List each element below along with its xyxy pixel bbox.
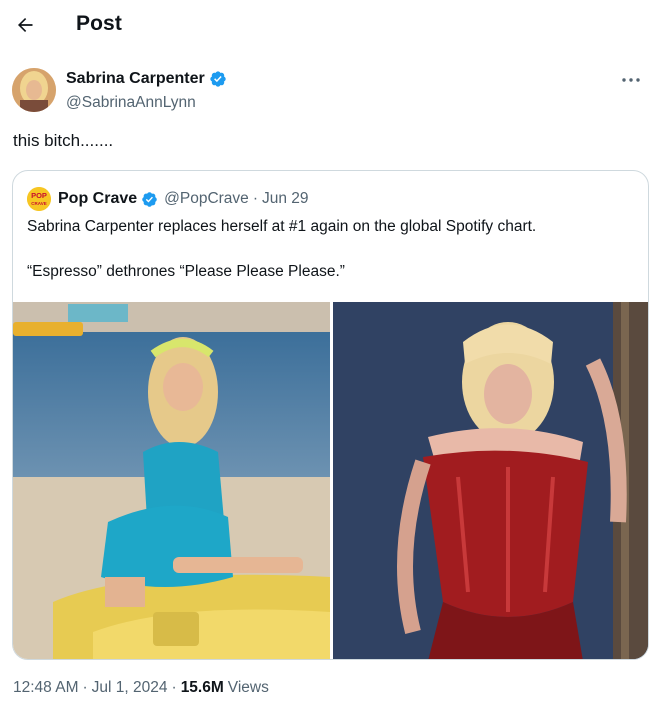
views-count[interactable]: 15.6M	[181, 679, 224, 697]
footer-separator: ·	[171, 679, 177, 696]
tweet-footer: 12:48 AM · Jul 1, 2024 · 15.6M Views	[13, 679, 269, 697]
photo-beach[interactable]	[13, 302, 330, 659]
quoted-text-line-1: Sabrina Carpenter replaces herself at #1…	[27, 218, 537, 235]
author-row: Sabrina Carpenter @SabrinaAnnLynn	[12, 66, 647, 116]
pop-crave-logo[interactable]: POP CRAVE	[27, 187, 51, 211]
quoted-text-line-2: “Espresso” dethrones “Please Please Plea…	[27, 263, 345, 280]
author-handle[interactable]: @SabrinaAnnLynn	[66, 94, 196, 112]
author-name-text: Sabrina Carpenter	[66, 70, 205, 87]
footer-separator: ·	[82, 679, 88, 696]
post-time[interactable]: 12:48 AM	[13, 679, 79, 697]
verified-badge-icon	[210, 71, 226, 87]
quoted-handle: @PopCrave	[164, 190, 249, 207]
more-button[interactable]	[619, 70, 643, 90]
back-button[interactable]	[10, 10, 40, 40]
author-name[interactable]: Sabrina Carpenter	[66, 70, 227, 88]
quoted-date[interactable]: Jun 29	[262, 190, 309, 208]
tweet-text: this bitch.......	[13, 131, 114, 150]
verified-badge-icon	[142, 191, 157, 207]
logo-text-pop: POP	[31, 191, 47, 200]
avatar[interactable]	[12, 68, 56, 112]
header-bar: Post	[0, 0, 659, 52]
views-label: Views	[227, 679, 269, 696]
post-date[interactable]: Jul 1, 2024	[92, 679, 168, 697]
quoted-tweet[interactable]: POP CRAVE Pop Crave @PopCrave · Jun 29 S…	[12, 170, 649, 660]
quoted-separator: ·	[252, 190, 258, 207]
quoted-author-name: Pop Crave	[58, 190, 138, 207]
photo-red-corset[interactable]	[333, 302, 648, 659]
back-arrow-icon	[18, 17, 33, 33]
page-title: Post	[76, 12, 122, 35]
quoted-media	[13, 302, 648, 659]
logo-text-crave: CRAVE	[31, 201, 46, 206]
more-icon	[622, 78, 640, 82]
quoted-tweet-header: POP CRAVE Pop Crave @PopCrave · Jun 29	[27, 187, 309, 211]
